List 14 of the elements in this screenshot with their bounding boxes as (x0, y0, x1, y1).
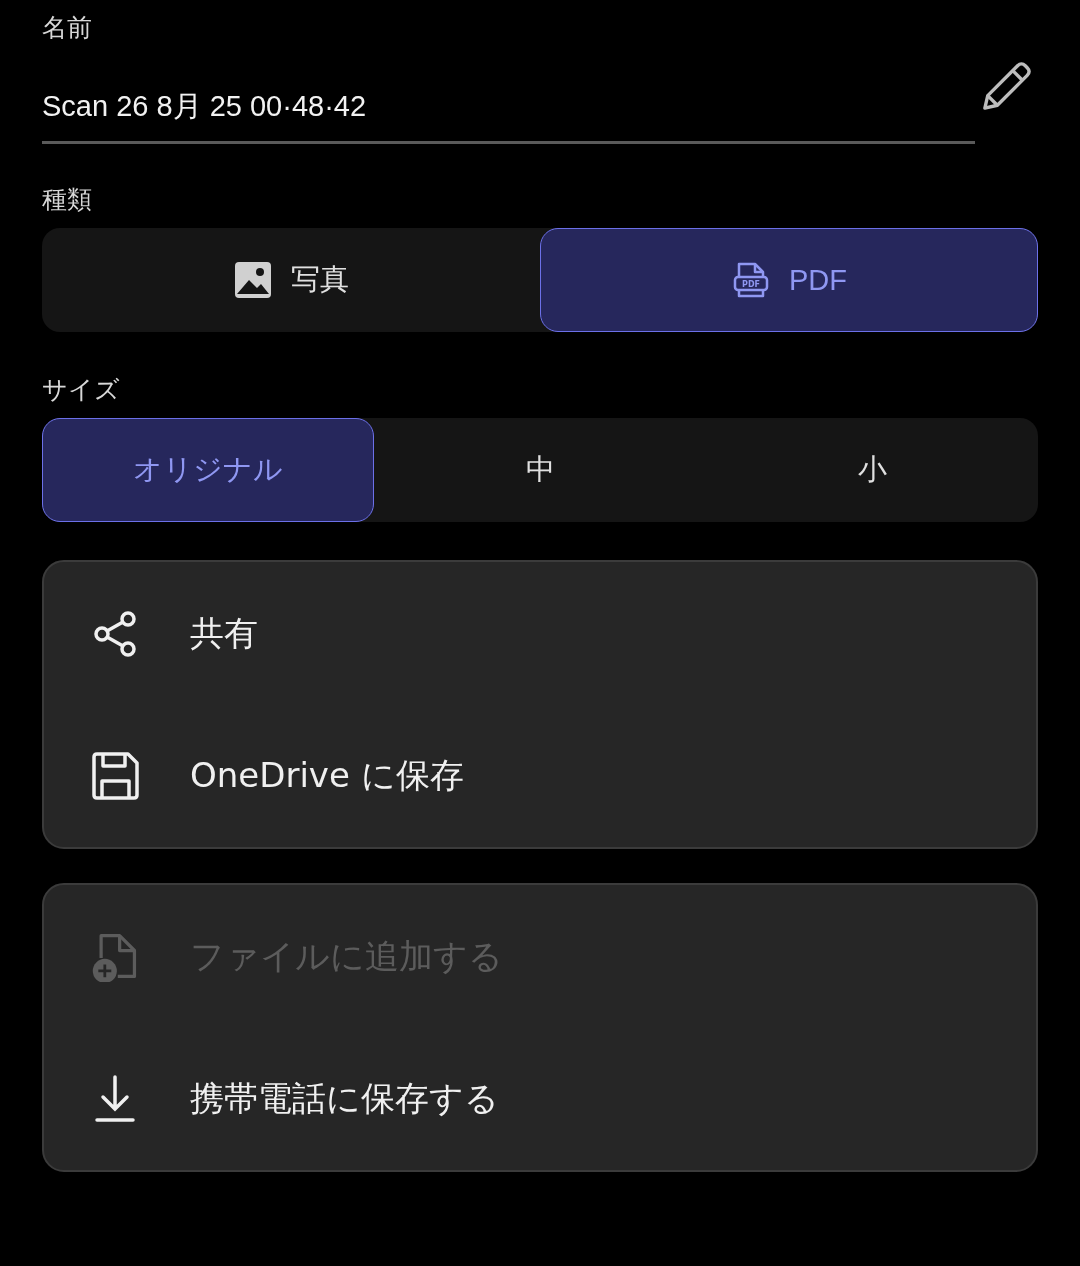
size-option[interactable]: オリジナル (42, 418, 374, 522)
name-field[interactable]: Scan 26 8月 25 00·48·42 (42, 88, 975, 144)
section-label: 種類 (42, 184, 93, 216)
type-option[interactable]: PDF PDF (540, 228, 1038, 332)
action-item[interactable]: OneDrive に保存 (44, 704, 1036, 847)
section-label: サイズ (42, 374, 121, 406)
action-item[interactable]: 共有 (44, 564, 1036, 704)
size-option[interactable]: 中 (374, 418, 706, 522)
pencil-icon (981, 60, 1033, 112)
field-label: 名前 (42, 12, 93, 44)
size-option[interactable]: 小 (706, 418, 1038, 522)
action-item[interactable]: 携帯電話に保存する (44, 1027, 1036, 1170)
image-icon (233, 260, 273, 300)
type-option[interactable]: 写真 (42, 228, 540, 332)
